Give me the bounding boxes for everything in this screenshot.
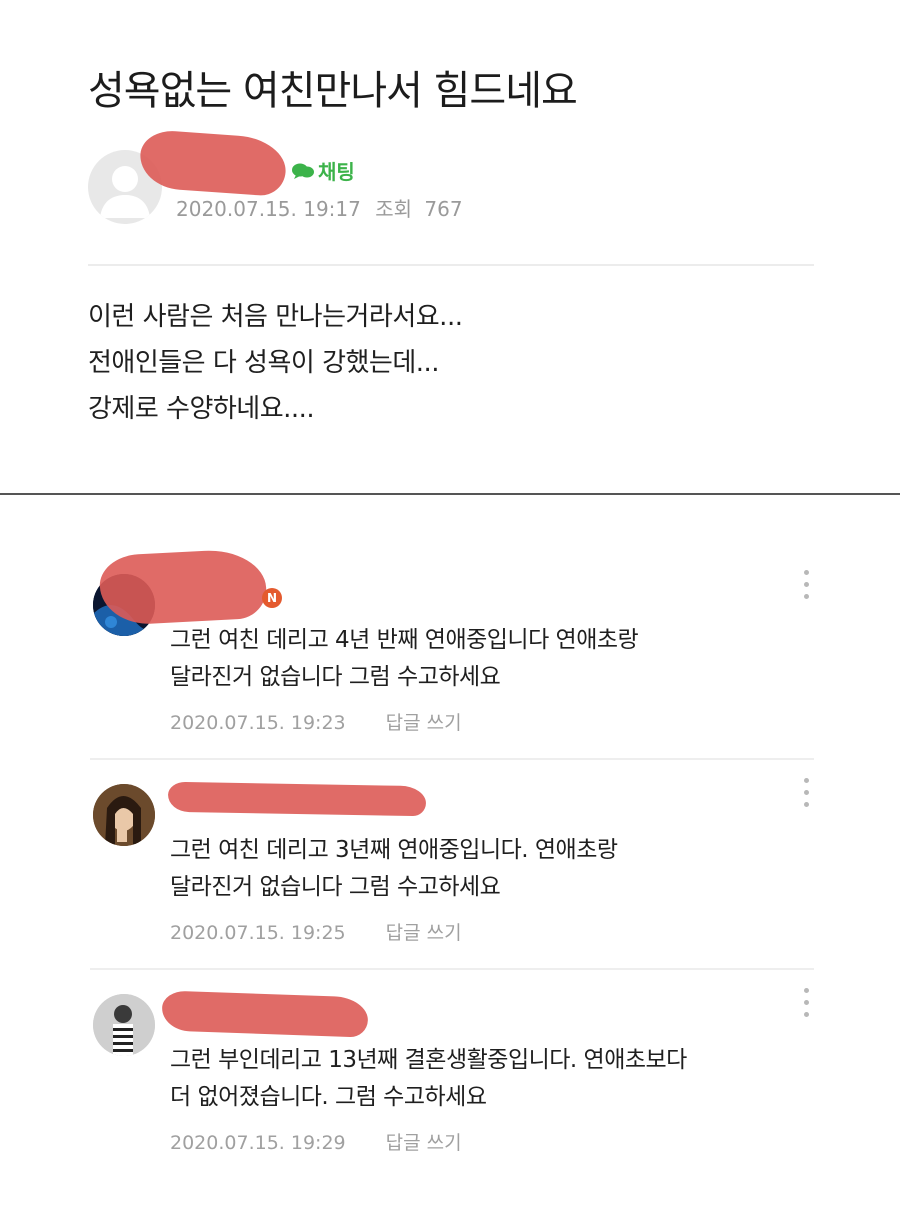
more-options-icon[interactable]	[800, 570, 812, 604]
chat-label: 채팅	[318, 160, 355, 184]
more-options-icon[interactable]	[800, 988, 812, 1022]
comment-line: 달라진거 없습니다 그럼 수고하세요	[170, 664, 501, 690]
body-line: 전애인들은 다 성욕이 강했는데...	[88, 348, 440, 378]
comment-line: 더 없어졌습니다. 그럼 수고하세요	[170, 1084, 487, 1110]
post-meta: 2020.07.15. 19:17 조회 767	[176, 193, 463, 222]
comment-item: 그런 부인데리고 13년째 결혼생활중입니다. 연애초보다 더 없어졌습니다. …	[0, 970, 900, 1170]
comment-meta: 2020.07.15. 19:25 답글 쓰기	[170, 918, 462, 945]
section-separator	[0, 493, 900, 495]
redacted-commenter-name	[167, 781, 427, 817]
comment-line: 그런 여친 데리고 3년째 연애중입니다. 연애초랑	[170, 837, 618, 863]
avatar-image	[93, 994, 155, 1056]
comment-line: 그런 부인데리고 13년째 결혼생활중입니다. 연애초보다	[170, 1047, 687, 1073]
level-badge: N	[262, 588, 282, 608]
chat-button[interactable]: 채팅	[292, 156, 355, 185]
comment-text: 그런 부인데리고 13년째 결혼생활중입니다. 연애초보다 더 없어졌습니다. …	[170, 1042, 687, 1116]
commenter-avatar[interactable]	[93, 994, 155, 1056]
redacted-commenter-name	[161, 990, 369, 1038]
comment-item: N 그런 여친 데리고 4년 반째 연애중입니다 연애초랑 달라진거 없습니다 …	[0, 547, 900, 760]
header-divider	[88, 264, 814, 266]
comment-date: 2020.07.15. 19:25	[170, 922, 346, 944]
comment-text: 그런 여친 데리고 3년째 연애중입니다. 연애초랑 달라진거 없습니다 그럼 …	[170, 832, 618, 906]
more-options-icon[interactable]	[800, 778, 812, 812]
comment-date: 2020.07.15. 19:23	[170, 712, 346, 734]
body-line: 강제로 수양하네요....	[88, 394, 315, 424]
views-count: 767	[424, 197, 463, 221]
comment-date: 2020.07.15. 19:29	[170, 1132, 346, 1154]
comment-text: 그런 여친 데리고 4년 반째 연애중입니다 연애초랑 달라진거 없습니다 그럼…	[170, 622, 639, 696]
comment-line: 달라진거 없습니다 그럼 수고하세요	[170, 874, 501, 900]
avatar-image	[93, 784, 155, 846]
comment-meta: 2020.07.15. 19:29 답글 쓰기	[170, 1128, 462, 1155]
post-title: 성욕없는 여친만나서 힘드네요	[88, 68, 578, 114]
reply-button[interactable]: 답글 쓰기	[386, 922, 462, 944]
commenter-avatar[interactable]	[93, 784, 155, 846]
reply-button[interactable]: 답글 쓰기	[386, 712, 462, 734]
redacted-commenter-name	[98, 547, 268, 627]
body-line: 이런 사람은 처음 만나는거라서요...	[88, 302, 463, 332]
comment-meta: 2020.07.15. 19:23 답글 쓰기	[170, 708, 462, 735]
views-label: 조회	[375, 197, 413, 221]
comment-line: 그런 여친 데리고 4년 반째 연애중입니다 연애초랑	[170, 627, 639, 653]
chat-bubble-icon	[292, 163, 314, 179]
post-body: 이런 사람은 처음 만나는거라서요... 전애인들은 다 성욕이 강했는데...…	[88, 294, 463, 432]
comment-item: 그런 여친 데리고 3년째 연애중입니다. 연애초랑 달라진거 없습니다 그럼 …	[0, 760, 900, 970]
reply-button[interactable]: 답글 쓰기	[386, 1132, 462, 1154]
post-date: 2020.07.15. 19:17	[176, 197, 361, 221]
